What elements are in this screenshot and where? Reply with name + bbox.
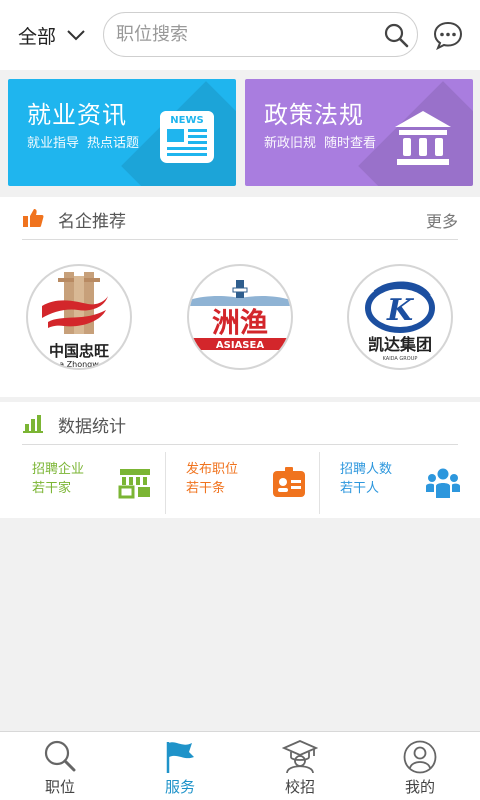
people-icon [426,468,460,498]
stat-companies-value: 若干家 [32,481,72,496]
policy-card-sub-2: 随时查看 [324,136,377,151]
search-icon[interactable] [383,22,409,48]
company-logo-zhongwang[interactable]: 中国忠旺 a Zhongw [26,264,132,370]
bottom-tab-bar: 职位 服务 校招 我的 [0,731,480,800]
company-stat-icon [118,469,150,499]
stat-companies-text: 招聘企业 若干家 [32,460,84,498]
graduate-icon [282,740,318,774]
tab-services-label: 服务 [164,778,195,796]
kaida-logo-text: 凯达集团 [368,335,432,354]
newspaper-icon: NEWS [160,111,214,163]
newspaper-icon-label: NEWS [170,115,203,126]
id-card-icon [273,467,305,497]
tab-jobs[interactable]: 职位 [0,732,120,800]
search-box [103,12,418,57]
thumbs-up-icon [23,209,44,227]
stat-jobs-text: 发布职位 若干条 [186,460,238,498]
top-bar: 全部 [0,0,480,70]
divider [22,444,458,445]
svg-text:K: K [386,293,415,328]
asiasea-logo-icon: 洲渔 ASIASEA [189,280,291,351]
zhongwang-logo-sub: a Zhongw [59,360,99,368]
asiasea-logo-sub: ASIASEA [216,340,264,351]
search-input[interactable] [116,19,371,50]
area-label: 全部 [18,25,57,48]
tab-campus-label: 校招 [284,778,315,796]
kaida-logo-sub: KAIDA GROUP [383,356,418,362]
divider [22,239,458,240]
zhongwang-logo-text: 中国忠旺 [49,342,109,360]
news-card-sub-2: 热点话题 [87,136,140,151]
more-link[interactable]: 更多 [426,208,458,232]
tab-mine[interactable]: 我的 [360,732,480,800]
stat-jobs-value: 若干条 [186,481,226,496]
news-card-sub-1: 就业指导 [27,136,80,151]
stat-jobs-label: 发布职位 [186,462,239,477]
stat-companies[interactable]: 招聘企业 若干家 [12,450,170,516]
user-icon [403,740,437,774]
bar-chart-icon [23,415,43,433]
flag-icon [166,742,194,773]
kaida-logo-icon: K 凯达集团 KAIDA GROUP [365,281,435,362]
court-building-icon [395,111,451,165]
news-card-subtitle: 就业指导 热点话题 [27,132,139,151]
stats-title: 数据统计 [58,417,126,437]
policy-card-title: 政策法规 [264,101,364,129]
companies-header: 名企推荐 更多 [0,197,480,241]
feature-cards: 就业资讯 就业指导 热点话题 NEWS 政策法规 新政旧规 随时查看 [0,70,480,194]
tab-services[interactable]: 服务 [120,732,240,800]
stats-section: 数据统计 招聘企业 若干家 发布职位 若干条 招聘人数 若干人 [0,402,480,518]
news-card[interactable]: 就业资讯 就业指导 热点话题 NEWS [8,79,236,186]
message-icon[interactable] [432,20,464,50]
stats-header: 数据统计 [0,402,480,446]
news-card-title: 就业资讯 [27,101,127,129]
search-icon [44,740,76,772]
policy-card-sub-1: 新政旧规 [264,136,317,151]
tab-mine-label: 我的 [404,778,435,796]
stat-headcount[interactable]: 招聘人数 若干人 [320,450,478,516]
company-logo-asiasea[interactable]: 洲渔 ASIASEA [187,264,293,370]
area-dropdown[interactable]: 全部 [18,18,86,52]
tab-campus[interactable]: 校招 [240,732,360,800]
policy-card-subtitle: 新政旧规 随时查看 [264,132,376,151]
companies-title: 名企推荐 [58,212,126,232]
chevron-down-icon [67,30,85,41]
stat-companies-label: 招聘企业 [32,462,85,477]
stat-headcount-label: 招聘人数 [340,462,393,477]
stat-headcount-text: 招聘人数 若干人 [340,460,392,498]
company-logo-kaida[interactable]: K 凯达集团 KAIDA GROUP [347,264,453,370]
stat-headcount-value: 若干人 [340,481,380,496]
companies-section: 名企推荐 更多 中国忠旺 a Zhongw 洲渔 ASIASEA K 凯达集团 … [0,197,480,397]
asiasea-logo-text: 洲渔 [212,306,268,339]
policy-card[interactable]: 政策法规 新政旧规 随时查看 [245,79,473,186]
tab-jobs-label: 职位 [44,778,75,796]
zhongwang-logo-icon: 中国忠旺 a Zhongw [42,272,109,368]
stat-jobs[interactable]: 发布职位 若干条 [166,450,324,516]
